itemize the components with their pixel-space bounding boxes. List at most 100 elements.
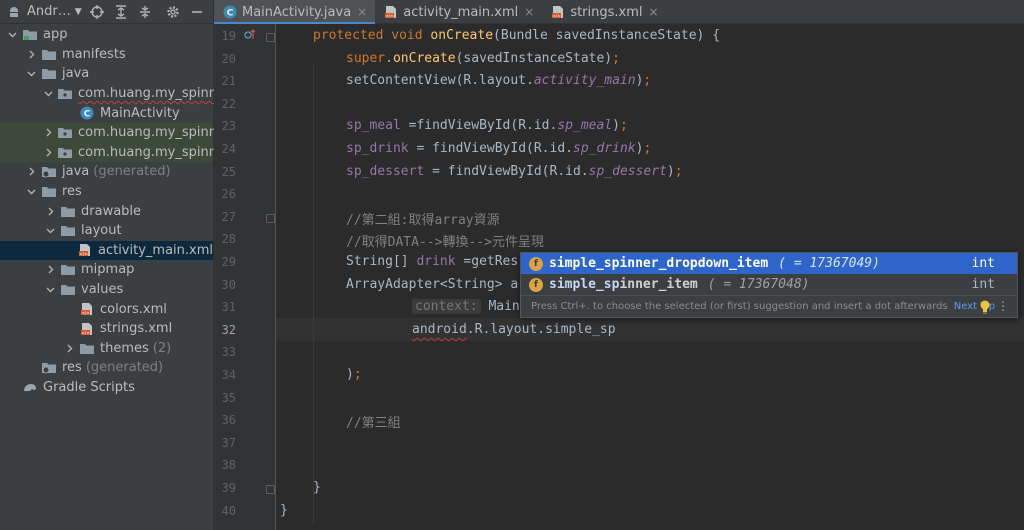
code-line[interactable]: sp_dessert = findViewById(R.id.sp_desser… xyxy=(346,164,683,179)
tree-item[interactable]: </> activity_main.xml xyxy=(0,240,213,261)
code-line[interactable]: //取得DATA-->轉換-->元件呈現 xyxy=(346,231,544,250)
tree-item[interactable]: themes (2) xyxy=(0,339,213,359)
tree-item[interactable]: </> strings.xml xyxy=(0,319,213,339)
chevron-down-icon[interactable] xyxy=(25,69,37,78)
tab-activity_main-xml[interactable]: </> activity_main.xml × xyxy=(375,0,542,24)
tree-item-label: mipmap xyxy=(81,262,135,278)
lightbulb-icon[interactable] xyxy=(979,300,991,317)
line-number: 39 xyxy=(221,481,236,495)
tree-item[interactable]: com.huang.my_spinner(te xyxy=(0,142,252,163)
code-line[interactable]: super.onCreate(savedInstanceState); xyxy=(346,51,620,66)
chevron-right-icon[interactable] xyxy=(44,207,56,216)
tree-item[interactable]: java xyxy=(0,64,213,84)
chevron-right-icon[interactable] xyxy=(44,265,56,274)
chevron-down-icon[interactable] xyxy=(25,187,37,196)
code-line[interactable]: ); xyxy=(346,367,362,382)
tree-item[interactable]: values xyxy=(0,280,213,300)
expand-all-icon[interactable] xyxy=(114,4,128,20)
tree-item[interactable]: </> colors.xml xyxy=(0,299,213,319)
code-line[interactable]: sp_meal =findViewById(R.id.sp_meal); xyxy=(346,118,628,133)
tree-item-suffix: (generated) xyxy=(85,360,164,376)
chevron-right-icon[interactable] xyxy=(25,167,37,176)
chevron-down-icon[interactable] xyxy=(44,226,56,235)
chevron-down-icon[interactable]: ▼ xyxy=(75,7,82,17)
code-token: sp_meal xyxy=(557,118,613,134)
crosshair-icon[interactable] xyxy=(89,4,104,20)
more-options-icon[interactable]: ⋮ xyxy=(997,299,1009,313)
chevron-down-icon[interactable] xyxy=(6,30,18,39)
tree-item[interactable]: Gradle Scripts xyxy=(0,378,213,398)
tree-item-label: strings.xml xyxy=(100,321,173,337)
project-view-title[interactable]: Andr… xyxy=(27,4,71,19)
chevron-down-icon[interactable] xyxy=(44,89,53,98)
tree-item-label: com.huang.my_spinner xyxy=(78,86,231,102)
code-line[interactable]: sp_drink = findViewById(R.id.sp_drink); xyxy=(346,141,651,156)
gear-icon[interactable] xyxy=(166,4,180,20)
chevron-right-icon[interactable] xyxy=(44,148,53,157)
tree-item[interactable]: com.huang.my_spinner(a xyxy=(0,122,247,143)
project-panel: Andr… ▼ app manifests java com.huang.my_spi… xyxy=(0,0,252,530)
code-line[interactable]: } xyxy=(280,503,288,518)
folder-icon xyxy=(60,283,76,297)
completion-rest: inner_dropdown_item xyxy=(619,256,769,271)
tab-strings-xml[interactable]: </> strings.xml × xyxy=(542,0,666,24)
tree-item[interactable]: java (generated) xyxy=(0,162,213,182)
collapse-all-icon[interactable] xyxy=(138,4,152,20)
code-line[interactable]: String[] drink =getRes xyxy=(346,254,518,269)
code-token: (Bundle savedInstanceState) { xyxy=(493,28,721,43)
line-number: 27 xyxy=(221,209,236,224)
code-token: //第二組:取得array資源 xyxy=(346,212,500,228)
tab-mainactivity-java[interactable]: C MainActivity.java × xyxy=(214,0,376,25)
completion-rest: inner_item xyxy=(619,277,698,292)
chevron-right-icon[interactable] xyxy=(25,50,37,59)
code-line[interactable]: //第三組 xyxy=(346,412,401,431)
tree-item[interactable]: com.huang.my_spinner xyxy=(0,84,230,104)
chevron-right-icon[interactable] xyxy=(44,128,53,137)
completion-match: simple_sp xyxy=(549,277,620,292)
tree-item[interactable]: res (generated) xyxy=(0,358,213,378)
code-token: sp_dessert xyxy=(588,163,667,179)
completion-item[interactable]: f simple_sp inner_dropdown_item ( = 1736704… xyxy=(521,253,1017,274)
tree-item[interactable]: app xyxy=(0,25,213,45)
tree-item[interactable]: mipmap xyxy=(0,260,213,280)
hide-panel-icon[interactable] xyxy=(190,4,204,20)
tree-item[interactable]: layout xyxy=(0,221,213,241)
tree-item-label: values xyxy=(81,282,124,298)
code-token: sp_dessert xyxy=(346,163,433,179)
field-icon: f xyxy=(529,277,543,292)
chevron-right-icon[interactable] xyxy=(63,344,75,353)
fold-marker-icon[interactable] xyxy=(266,485,275,494)
line-number: 35 xyxy=(221,390,236,405)
close-icon[interactable]: × xyxy=(649,5,659,19)
folder-icon xyxy=(41,67,57,81)
code-token: simple_sp xyxy=(545,321,616,337)
completion-item[interactable]: f simple_sp inner_item ( = 17367048) int xyxy=(521,274,1017,295)
close-icon[interactable]: × xyxy=(524,5,534,19)
tree-item-label: Gradle Scripts xyxy=(43,379,135,395)
tree-item[interactable]: manifests xyxy=(0,45,213,65)
fold-marker-icon[interactable] xyxy=(266,213,275,223)
tree-item[interactable]: drawable xyxy=(0,201,213,221)
line-number: 19 xyxy=(221,29,236,43)
line-number: 29 xyxy=(221,255,236,269)
completion-type: int xyxy=(971,277,995,292)
code-token: ArrayAdapter<String> a xyxy=(346,276,519,292)
code-line[interactable]: } xyxy=(313,480,321,495)
code-token: void xyxy=(391,28,431,43)
code-line[interactable]: //第二組:取得array資源 xyxy=(346,209,500,228)
code-editor[interactable]: 19 20 21 22 23 24 25 26 27 28 29 30 31 32 33 34 35 36 37 38… xyxy=(214,24,1024,530)
tree-item-label: java xyxy=(62,66,90,82)
code-line[interactable]: protected void onCreate(Bundle savedInst… xyxy=(313,28,720,43)
tree-item[interactable]: C MainActivity xyxy=(0,103,213,123)
code-line[interactable]: android.R.layout.simple_sp xyxy=(412,322,616,337)
override-icon[interactable] xyxy=(244,28,256,44)
code-line[interactable]: ArrayAdapter<String> a xyxy=(346,277,518,292)
chevron-down-icon[interactable] xyxy=(44,285,56,294)
fold-marker-icon[interactable] xyxy=(266,33,275,42)
code-token: sp_drink xyxy=(346,141,417,156)
close-icon[interactable]: × xyxy=(357,5,367,19)
tree-item[interactable]: res xyxy=(0,182,213,202)
line-number: 25 xyxy=(221,164,236,179)
code-line[interactable]: setContentView(R.layout.activity_main); xyxy=(346,73,651,88)
code-token: //第三組 xyxy=(346,416,401,432)
